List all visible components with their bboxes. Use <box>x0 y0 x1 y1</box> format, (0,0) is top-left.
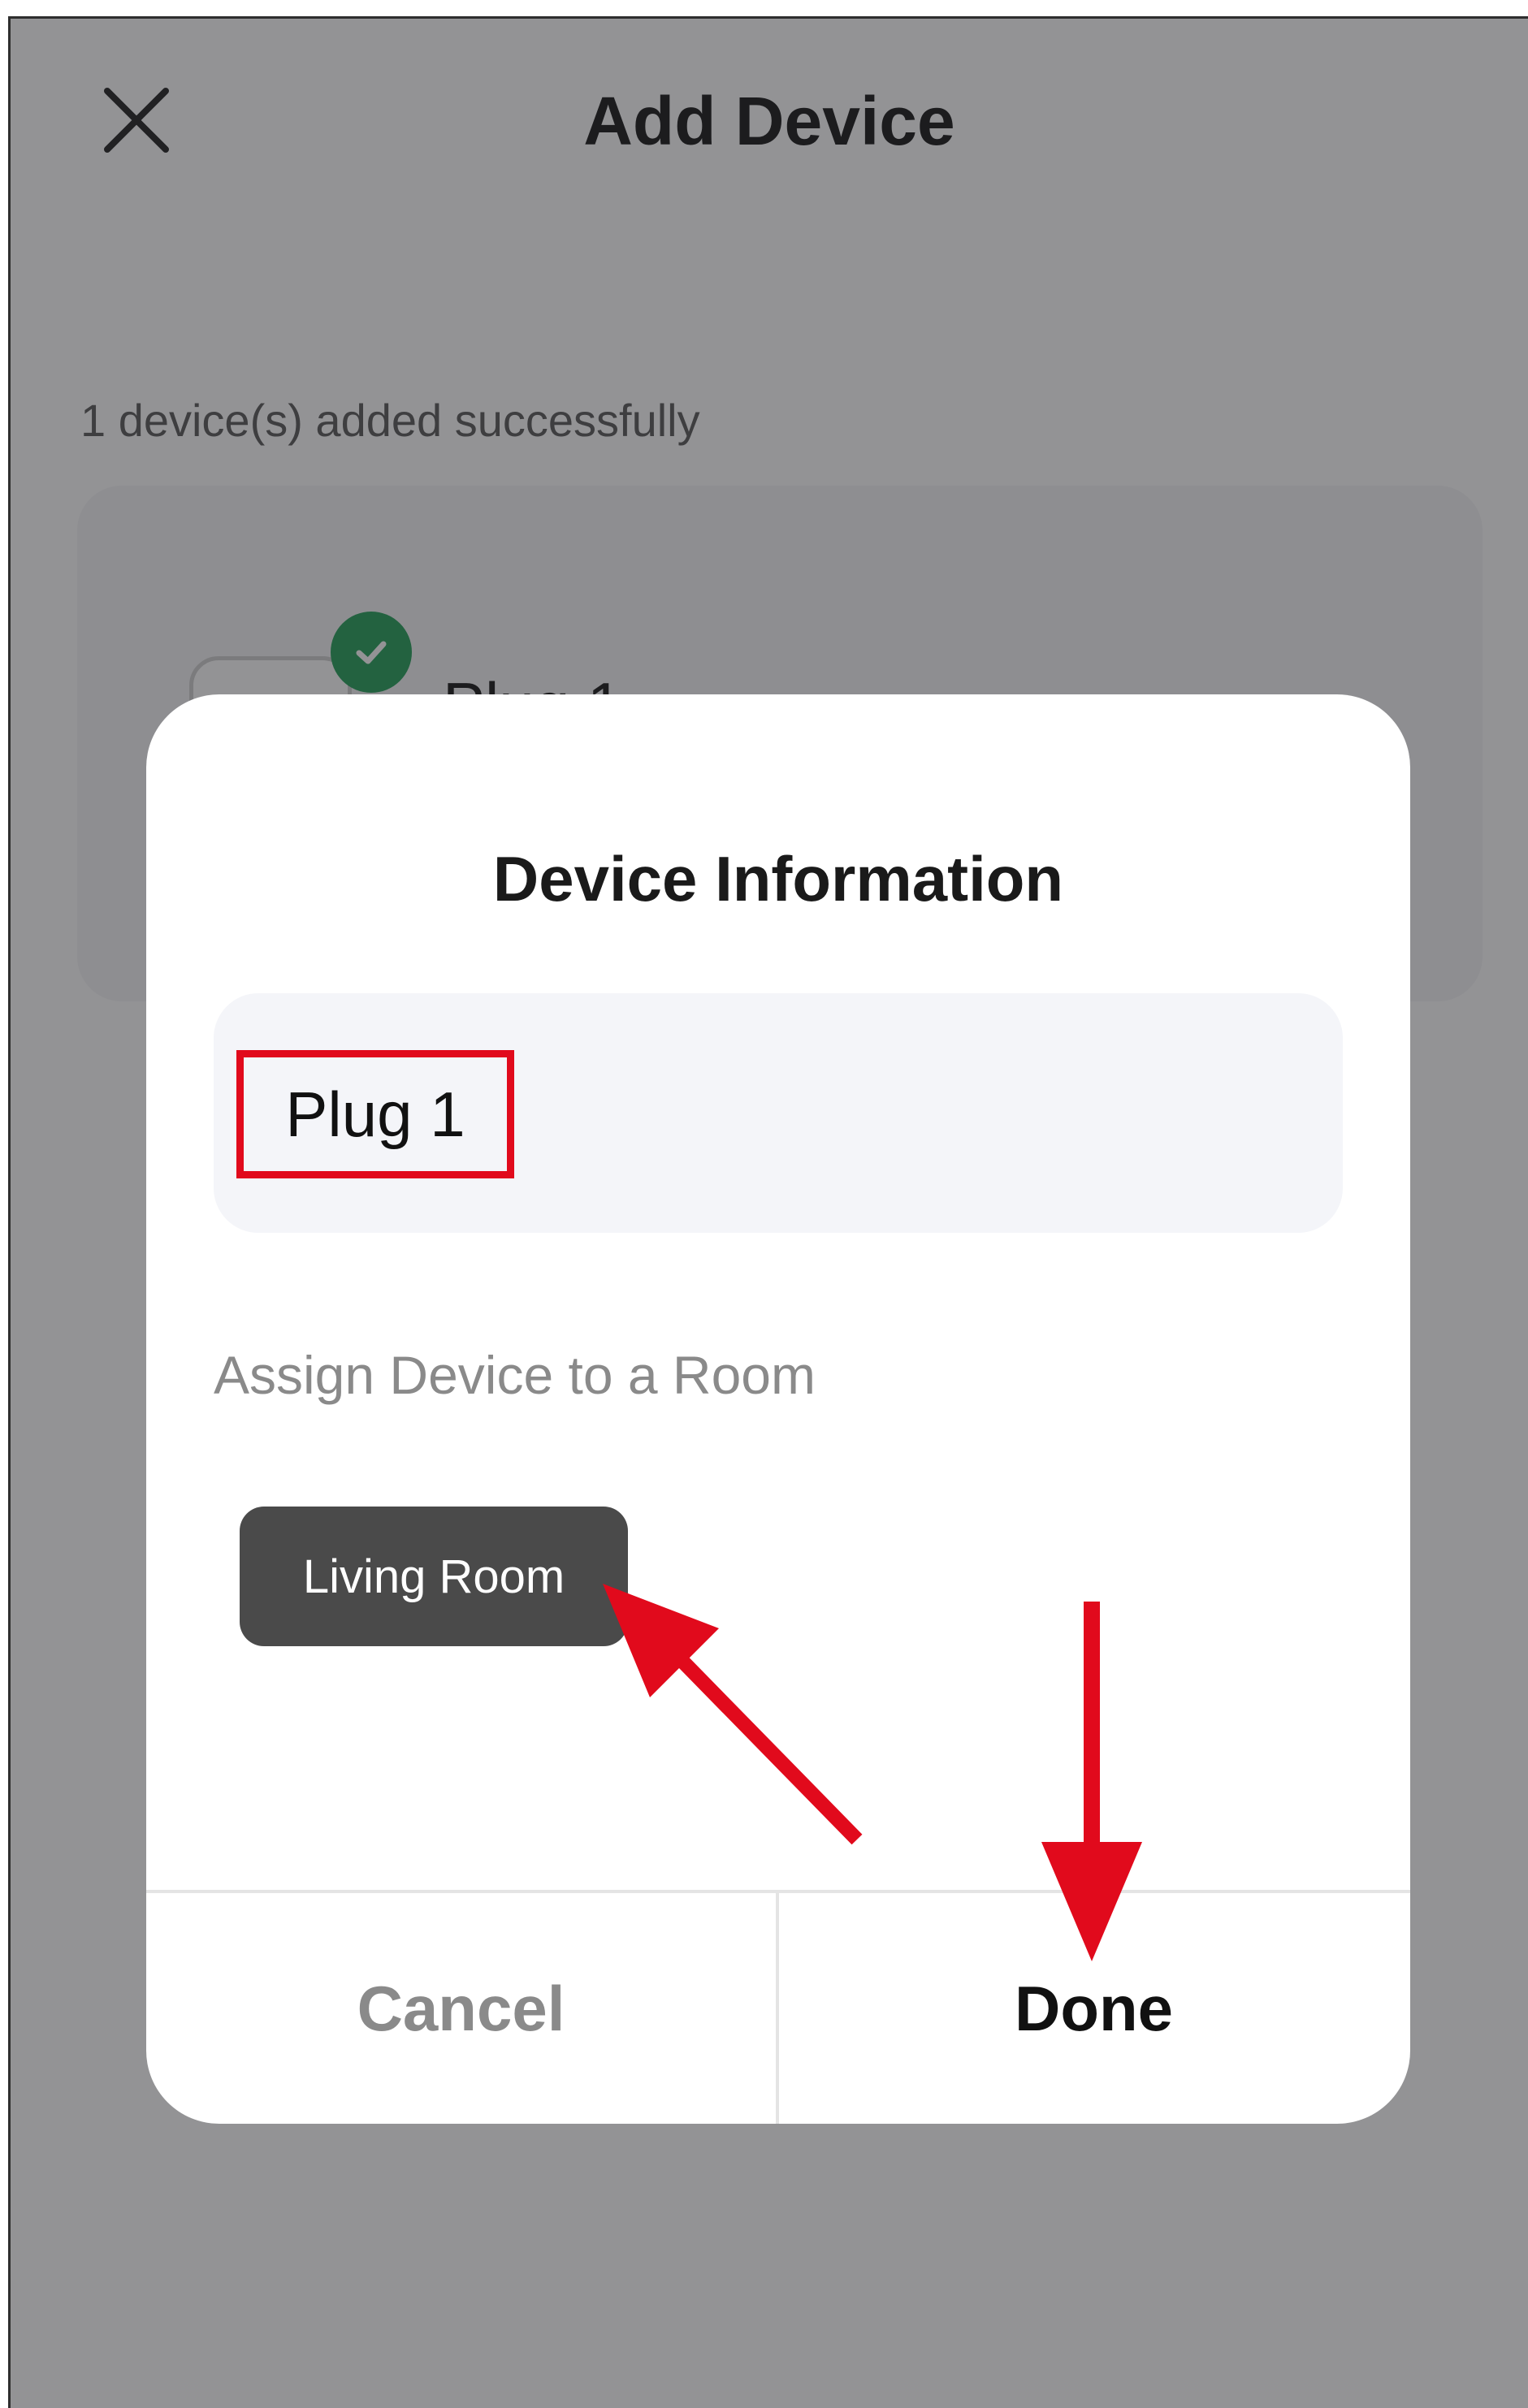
done-button[interactable]: Done <box>779 1893 1409 2124</box>
cancel-button[interactable]: Cancel <box>146 1893 776 2124</box>
device-name-value[interactable]: Plug 1 <box>285 1078 465 1152</box>
device-information-dialog: Device Information Plug 1 Assign Device … <box>146 694 1410 2124</box>
device-name-field[interactable]: Plug 1 <box>214 993 1343 1233</box>
assign-room-label: Assign Device to a Room <box>214 1345 816 1405</box>
annotation-highlight-box: Plug 1 <box>236 1050 514 1178</box>
dialog-title: Device Information <box>492 843 1064 914</box>
room-chip-living-room[interactable]: Living Room <box>240 1507 628 1646</box>
app-screen: Add Device 1 device(s) added successfull… <box>8 16 1528 2408</box>
